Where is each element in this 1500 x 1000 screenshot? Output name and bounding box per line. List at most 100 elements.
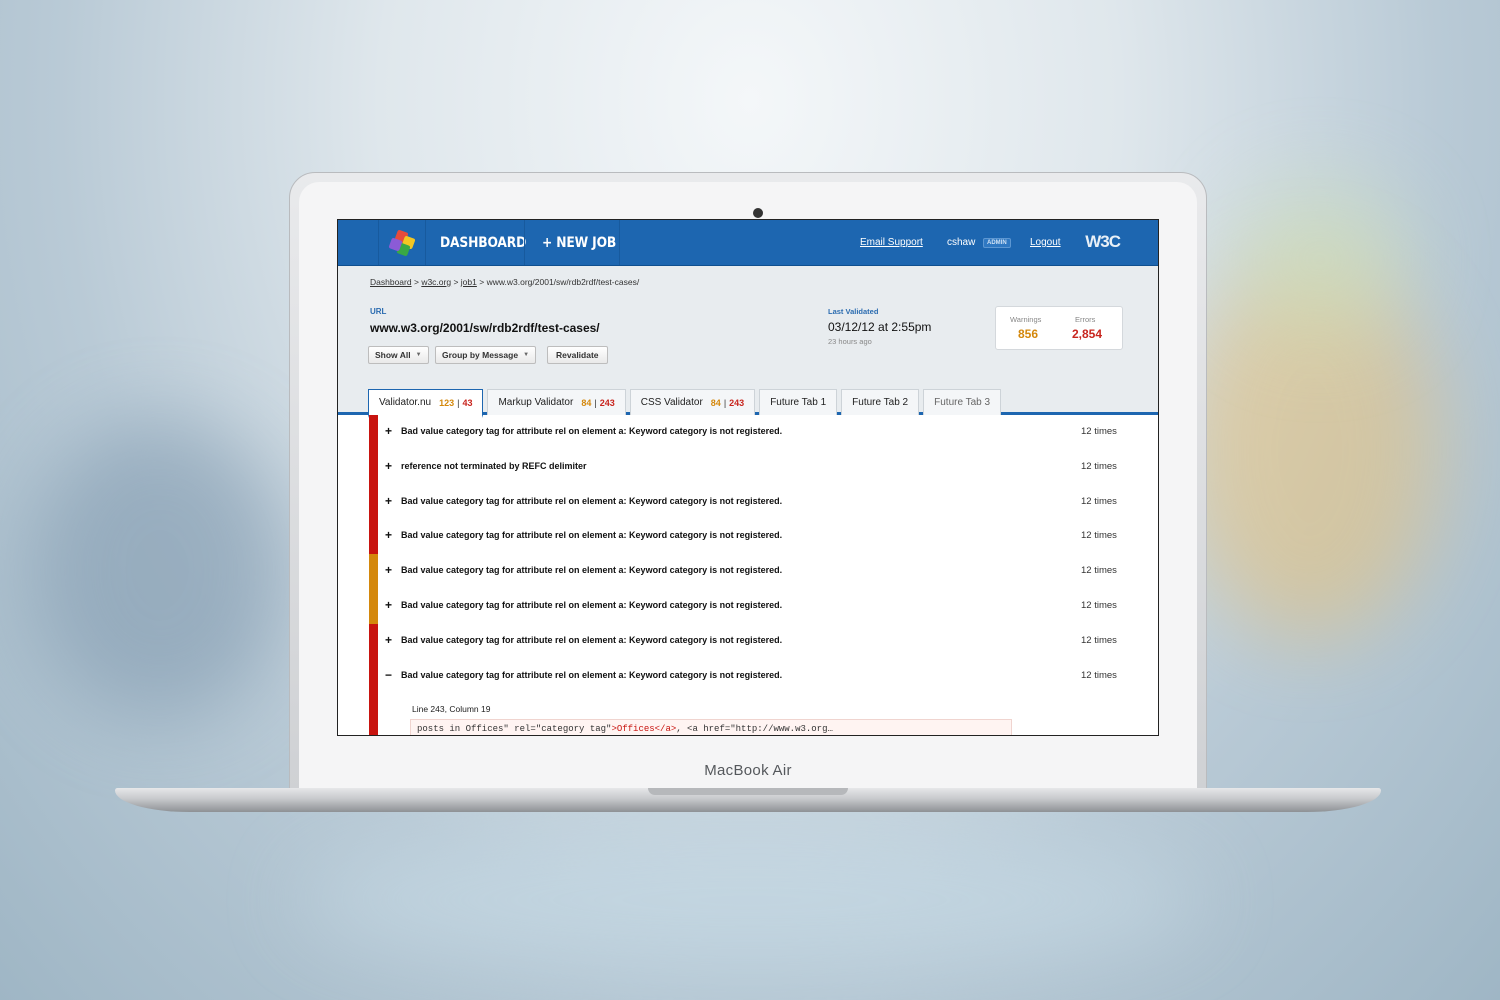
bg-blur-spot: [300, 830, 1200, 970]
tab-validator-nu[interactable]: Validator.nu 123 | 43: [368, 389, 484, 418]
tab-error-count: 243: [599, 397, 615, 408]
show-all-dropdown[interactable]: Show All ▼: [368, 346, 429, 364]
validator-tabs: Validator.nu 123 | 43 Markup Validator 84 |…: [368, 386, 1005, 418]
breadcrumb-site[interactable]: w3c.org: [421, 277, 451, 287]
message-count: 12 times: [1081, 426, 1117, 437]
nav-divider: [619, 220, 620, 265]
group-by-dropdown[interactable]: Group by Message ▼: [435, 346, 537, 364]
message-text: Bad value category tag for attribute rel…: [401, 565, 783, 576]
message-text: reference not terminated by REFC delimit…: [401, 460, 587, 471]
email-support-link[interactable]: Email Support: [860, 237, 923, 248]
user-name[interactable]: cshaw: [947, 237, 975, 248]
tab-future-3[interactable]: Future Tab 3: [923, 389, 1002, 415]
message-text: Bad value category tag for attribute rel…: [401, 426, 783, 436]
w3c-logo[interactable]: W3C: [1085, 232, 1121, 252]
errors-count: 2,854: [1072, 327, 1103, 341]
message-count: 12 times: [1081, 599, 1117, 611]
bg-blur-spot: [30, 420, 290, 720]
nav-dashboard[interactable]: DASHBOARD: [440, 220, 526, 265]
expand-toggle[interactable]: +: [385, 494, 392, 508]
message-text: Bad value category tag for attribute rel…: [401, 495, 783, 506]
expand-toggle[interactable]: +: [385, 528, 392, 542]
errors-label: Errors: [1075, 315, 1096, 324]
message-row[interactable]: − Bad value category tag for attribute r…: [338, 658, 1158, 694]
tab-label: Markup Validator: [498, 397, 574, 408]
role-badge: ADMIN: [983, 238, 1011, 248]
logout-link[interactable]: Logout: [1030, 237, 1061, 248]
nav-divider: [524, 220, 525, 265]
expand-toggle[interactable]: +: [385, 633, 392, 647]
breadcrumb: Dashboard > w3c.org > job1 > www.w3.org/…: [370, 277, 639, 287]
message-count: 12 times: [1081, 634, 1117, 646]
source-location: Line 243, Column 19: [412, 704, 491, 715]
breadcrumb-separator: >: [453, 277, 459, 287]
message-count: 12 times: [1081, 530, 1117, 542]
message-row[interactable]: + Bad value category tag for attribute r…: [338, 623, 1158, 659]
code-after: , <a href="http://www.w3.org…: [676, 724, 833, 735]
severity-bar: [369, 693, 378, 735]
laptop-brand: MacBook Air: [704, 762, 792, 779]
expand-toggle[interactable]: +: [385, 598, 392, 612]
expand-toggle[interactable]: +: [385, 424, 392, 438]
message-row[interactable]: + reference not terminated by REFC delim…: [338, 449, 1158, 485]
tab-markup-validator[interactable]: Markup Validator 84 | 243: [487, 389, 626, 415]
message-count: 12 times: [1081, 460, 1117, 472]
severity-bar: [369, 554, 378, 589]
breadcrumb-job[interactable]: job1: [461, 277, 477, 287]
severity-bar: [369, 658, 378, 694]
severity-bar: [369, 415, 378, 450]
tab-error-count: 243: [729, 397, 745, 408]
revalidate-button[interactable]: Revalidate: [547, 346, 608, 364]
top-nav: DASHBOARD + NEW JOB Email Support cshaw …: [338, 220, 1158, 266]
breadcrumb-separator: >: [413, 277, 419, 287]
message-count: 12 times: [1081, 495, 1117, 507]
tab-warning-count: 84: [581, 397, 592, 408]
message-detail: Line 243, Column 19 posts in Offices" re…: [338, 693, 1158, 735]
url-label: URL: [370, 307, 387, 316]
code-snippet: posts in Offices" rel="category tag">Off…: [410, 719, 1012, 735]
caret-down-icon: ▼: [523, 352, 530, 358]
last-validated-label: Last Validated: [828, 307, 879, 316]
code-highlight: >Offices</a>: [611, 724, 677, 735]
tab-future-2[interactable]: Future Tab 2: [841, 389, 920, 415]
bg-blur-spot: [1230, 180, 1410, 340]
tab-label: CSS Validator: [640, 397, 703, 408]
message-row[interactable]: + Bad value category tag for attribute r…: [338, 519, 1158, 555]
star-logo-icon: [388, 228, 416, 257]
breadcrumb-separator: >: [479, 277, 485, 287]
tab-count-separator: |: [457, 397, 460, 408]
message-row[interactable]: + Bad value category tag for attribute r…: [338, 554, 1158, 589]
expand-toggle[interactable]: +: [385, 563, 392, 577]
group-by-label: Group by Message: [442, 350, 519, 360]
expand-toggle[interactable]: +: [385, 459, 392, 473]
breadcrumb-dashboard[interactable]: Dashboard: [370, 277, 412, 287]
app-logo[interactable]: [378, 220, 426, 265]
tab-count-separator: |: [723, 397, 727, 408]
last-validated-ago: 23 hours ago: [828, 337, 872, 346]
message-row[interactable]: + Bad value category tag for attribute r…: [338, 415, 1158, 450]
tab-future-1[interactable]: Future Tab 1: [759, 389, 838, 415]
message-row[interactable]: + Bad value category tag for attribute r…: [338, 484, 1158, 520]
breadcrumb-current: www.w3.org/2001/sw/rdb2rdf/test-cases/: [486, 277, 640, 287]
show-all-label: Show All: [375, 350, 411, 360]
laptop-notch: [648, 788, 848, 795]
message-list: + Bad value category tag for attribute r…: [338, 415, 1158, 735]
tab-css-validator[interactable]: CSS Validator 84 | 243: [629, 389, 756, 415]
message-text: Bad value category tag for attribute rel…: [401, 530, 783, 541]
nav-new-job[interactable]: + NEW JOB: [542, 220, 616, 265]
camera-icon: [753, 208, 763, 218]
severity-bar: [369, 588, 378, 624]
caret-down-icon: ▼: [415, 352, 422, 358]
last-validated-date: 03/12/12 at 2:55pm: [828, 320, 932, 334]
message-text: Bad value category tag for attribute rel…: [401, 634, 783, 645]
message-row[interactable]: + Bad value category tag for attribute r…: [338, 588, 1158, 624]
message-text: Bad value category tag for attribute rel…: [401, 669, 783, 680]
warnings-label: Warnings: [1010, 315, 1042, 324]
collapse-toggle[interactable]: −: [385, 668, 392, 682]
app-screen: DASHBOARD + NEW JOB Email Support cshaw …: [337, 219, 1159, 736]
message-text: Bad value category tag for attribute rel…: [401, 599, 783, 610]
page-url: www.w3.org/2001/sw/rdb2rdf/test-cases/: [370, 321, 600, 335]
tab-warning-count: 123: [439, 397, 455, 408]
laptop-base: [115, 788, 1381, 812]
job-header: Dashboard > w3c.org > job1 > www.w3.org/…: [338, 266, 1158, 418]
